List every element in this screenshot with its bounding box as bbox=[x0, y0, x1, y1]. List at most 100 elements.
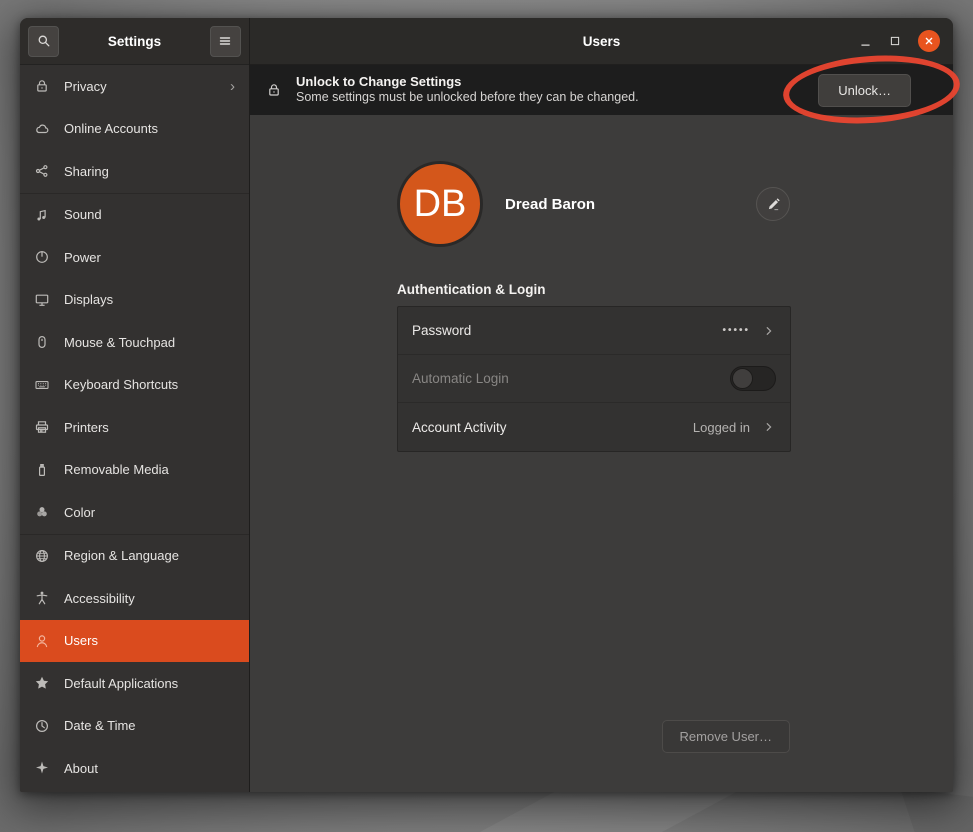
share-icon bbox=[34, 163, 50, 179]
automatic-login-row[interactable]: Automatic Login bbox=[398, 355, 790, 403]
sidebar-item-label: Sharing bbox=[64, 164, 109, 179]
sidebar-item-users[interactable]: Users bbox=[20, 620, 249, 663]
sidebar-item-sound[interactable]: Sound bbox=[20, 194, 249, 237]
keyboard-icon bbox=[34, 377, 50, 393]
edit-name-button[interactable] bbox=[756, 187, 790, 221]
sidebar-item-label: Mouse & Touchpad bbox=[64, 335, 175, 350]
hamburger-menu-icon bbox=[217, 33, 233, 49]
page-title: Users bbox=[250, 34, 953, 49]
sidebar-item-region-language[interactable]: Region & Language bbox=[20, 535, 249, 578]
user-card: DB Dread Baron bbox=[397, 158, 791, 250]
search-icon bbox=[36, 33, 52, 49]
automatic-login-toggle[interactable] bbox=[730, 366, 776, 391]
user-name: Dread Baron bbox=[505, 196, 595, 213]
sidebar-list: Privacy › Online Accounts Sharing Sound … bbox=[20, 65, 249, 792]
auth-rows-box: Password ••••• Automatic Login Account A… bbox=[397, 306, 791, 452]
row-label: Account Activity bbox=[412, 420, 507, 435]
unlock-banner-subtitle: Some settings must be unlocked before th… bbox=[296, 90, 639, 106]
star-icon bbox=[34, 675, 50, 691]
row-label: Automatic Login bbox=[412, 371, 509, 386]
row-value: ••••• bbox=[722, 325, 750, 336]
sidebar-item-date-time[interactable]: Date & Time bbox=[20, 705, 249, 748]
sidebar-item-about[interactable]: About bbox=[20, 747, 249, 790]
sidebar-item-sharing[interactable]: Sharing bbox=[20, 150, 249, 193]
row-label: Password bbox=[412, 323, 471, 338]
users-panel: DB Dread Baron Authentication & Login Pa… bbox=[250, 115, 953, 792]
sidebar-item-label: Keyboard Shortcuts bbox=[64, 377, 178, 392]
sparkle-icon bbox=[34, 760, 50, 776]
minimize-button[interactable] bbox=[859, 35, 872, 48]
account-activity-row[interactable]: Account Activity Logged in bbox=[398, 403, 790, 451]
sidebar-item-privacy[interactable]: Privacy › bbox=[20, 65, 249, 108]
chevron-right-icon bbox=[762, 420, 776, 434]
section-heading: Authentication & Login bbox=[397, 282, 791, 297]
sidebar-item-mouse-touchpad[interactable]: Mouse & Touchpad bbox=[20, 321, 249, 364]
color-icon bbox=[34, 504, 50, 520]
clock-icon bbox=[34, 718, 50, 734]
sidebar-item-color[interactable]: Color bbox=[20, 491, 249, 534]
pencil-icon bbox=[766, 197, 781, 212]
sidebar-item-accessibility[interactable]: Accessibility bbox=[20, 577, 249, 620]
sidebar-item-label: Privacy bbox=[64, 79, 107, 94]
sidebar-item-online-accounts[interactable]: Online Accounts bbox=[20, 108, 249, 151]
sidebar-item-printers[interactable]: Printers bbox=[20, 406, 249, 449]
display-icon bbox=[34, 292, 50, 308]
remove-user-button[interactable]: Remove User… bbox=[662, 720, 790, 753]
power-icon bbox=[34, 249, 50, 265]
lock-icon bbox=[34, 78, 50, 94]
sidebar-item-label: Accessibility bbox=[64, 591, 135, 606]
sidebar-item-label: Default Applications bbox=[64, 676, 178, 691]
unlock-button[interactable]: Unlock… bbox=[818, 74, 911, 107]
content-pane: Users Unlock to Change Settings Some set… bbox=[250, 18, 953, 792]
music-note-icon bbox=[34, 207, 50, 223]
users-icon bbox=[34, 633, 50, 649]
sidebar-item-removable-media[interactable]: Removable Media bbox=[20, 449, 249, 492]
password-row[interactable]: Password ••••• bbox=[398, 307, 790, 355]
chevron-right-icon bbox=[762, 324, 776, 338]
settings-window: Settings Privacy › Online Accounts Shari… bbox=[20, 18, 953, 792]
unlock-banner-title: Unlock to Change Settings bbox=[296, 74, 639, 90]
titlebar[interactable]: Users bbox=[250, 18, 953, 65]
sidebar-item-label: Color bbox=[64, 505, 95, 520]
window-controls bbox=[859, 18, 940, 64]
sidebar-item-default-applications[interactable]: Default Applications bbox=[20, 662, 249, 705]
maximize-button[interactable] bbox=[889, 35, 901, 47]
sidebar-item-label: About bbox=[64, 761, 98, 776]
toggle-knob bbox=[732, 368, 753, 389]
lock-icon bbox=[266, 82, 283, 99]
chevron-right-icon: › bbox=[230, 78, 235, 95]
usb-drive-icon bbox=[34, 462, 50, 478]
sidebar-item-power[interactable]: Power bbox=[20, 236, 249, 279]
sidebar-item-label: Displays bbox=[64, 292, 113, 307]
globe-icon bbox=[34, 548, 50, 564]
sidebar-item-label: Online Accounts bbox=[64, 121, 158, 136]
sidebar-item-displays[interactable]: Displays bbox=[20, 279, 249, 322]
wallpaper-shape bbox=[480, 790, 740, 832]
sidebar-item-label: Region & Language bbox=[64, 548, 179, 563]
sidebar-item-label: Power bbox=[64, 250, 101, 265]
users-panel-column: DB Dread Baron Authentication & Login Pa… bbox=[397, 158, 791, 452]
avatar: DB bbox=[397, 161, 483, 247]
mouse-icon bbox=[34, 334, 50, 350]
sidebar-item-label: Printers bbox=[64, 420, 109, 435]
row-value: Logged in bbox=[693, 420, 750, 435]
close-icon bbox=[923, 35, 935, 47]
desktop: { "window": { "sidebar": { "title": "Set… bbox=[0, 0, 973, 832]
cloud-icon bbox=[34, 121, 50, 137]
sidebar-item-label: Sound bbox=[64, 207, 102, 222]
sidebar-item-label: Removable Media bbox=[64, 462, 169, 477]
accessibility-icon bbox=[34, 590, 50, 606]
sidebar-item-label: Users bbox=[64, 633, 98, 648]
unlock-banner-text: Unlock to Change Settings Some settings … bbox=[296, 74, 639, 106]
printer-icon bbox=[34, 419, 50, 435]
menu-button[interactable] bbox=[210, 26, 241, 57]
search-button[interactable] bbox=[28, 26, 59, 57]
close-button[interactable] bbox=[918, 30, 940, 52]
sidebar: Settings Privacy › Online Accounts Shari… bbox=[20, 18, 250, 792]
unlock-banner: Unlock to Change Settings Some settings … bbox=[250, 65, 953, 115]
wallpaper-shape bbox=[900, 788, 973, 832]
sidebar-item-label: Date & Time bbox=[64, 718, 136, 733]
app-title: Settings bbox=[108, 34, 161, 49]
sidebar-item-keyboard-shortcuts[interactable]: Keyboard Shortcuts bbox=[20, 364, 249, 407]
sidebar-header: Settings bbox=[20, 18, 249, 65]
